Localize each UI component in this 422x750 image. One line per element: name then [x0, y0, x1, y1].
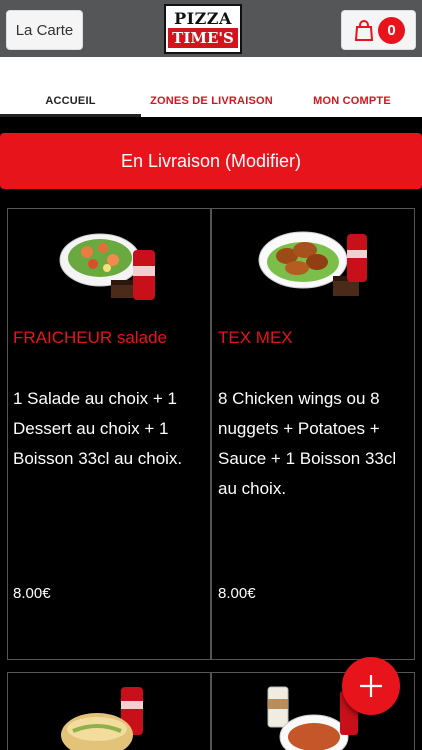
tab-mon-compte[interactable]: MON COMPTE: [282, 95, 422, 107]
top-bar: La Carte PIZZA TIME'S 0: [0, 0, 422, 57]
add-button[interactable]: [342, 657, 400, 715]
tab-zones-de-livraison[interactable]: ZONES DE LIVRAISON: [141, 95, 282, 107]
cart-button[interactable]: 0: [341, 10, 416, 50]
product-title: TEX MEX: [218, 328, 293, 347]
tab-bar: ACCUEIL ZONES DE LIVRAISON MON COMPTE: [0, 57, 422, 174]
logo: PIZZA TIME'S: [164, 4, 242, 54]
logo-line1: PIZZA: [174, 9, 232, 28]
menu-button[interactable]: La Carte: [6, 10, 83, 50]
sandwich-menu-image: [61, 687, 143, 750]
active-tab-indicator: [0, 114, 141, 117]
product-description: 1 Salade au choix + 1 Dessert au choix +…: [13, 389, 183, 468]
chicken-wings-menu-image: [258, 231, 367, 296]
product-title: FRAICHEUR salade: [13, 328, 167, 347]
plus-icon: [360, 675, 382, 697]
logo-line2: TIME'S: [168, 28, 238, 48]
shopping-bag-icon: [354, 20, 374, 41]
tab-accueil[interactable]: ACCUEIL: [0, 95, 141, 107]
salad-menu-image: [59, 233, 155, 300]
delivery-mode-button[interactable]: En Livraison (Modifier): [0, 133, 422, 189]
product-price: 8.00€: [218, 585, 256, 602]
cart-count-badge: 0: [378, 17, 405, 44]
product-price: 8.00€: [13, 585, 51, 602]
product-description: 8 Chicken wings ou 8 nuggets + Potatoes …: [218, 389, 397, 498]
